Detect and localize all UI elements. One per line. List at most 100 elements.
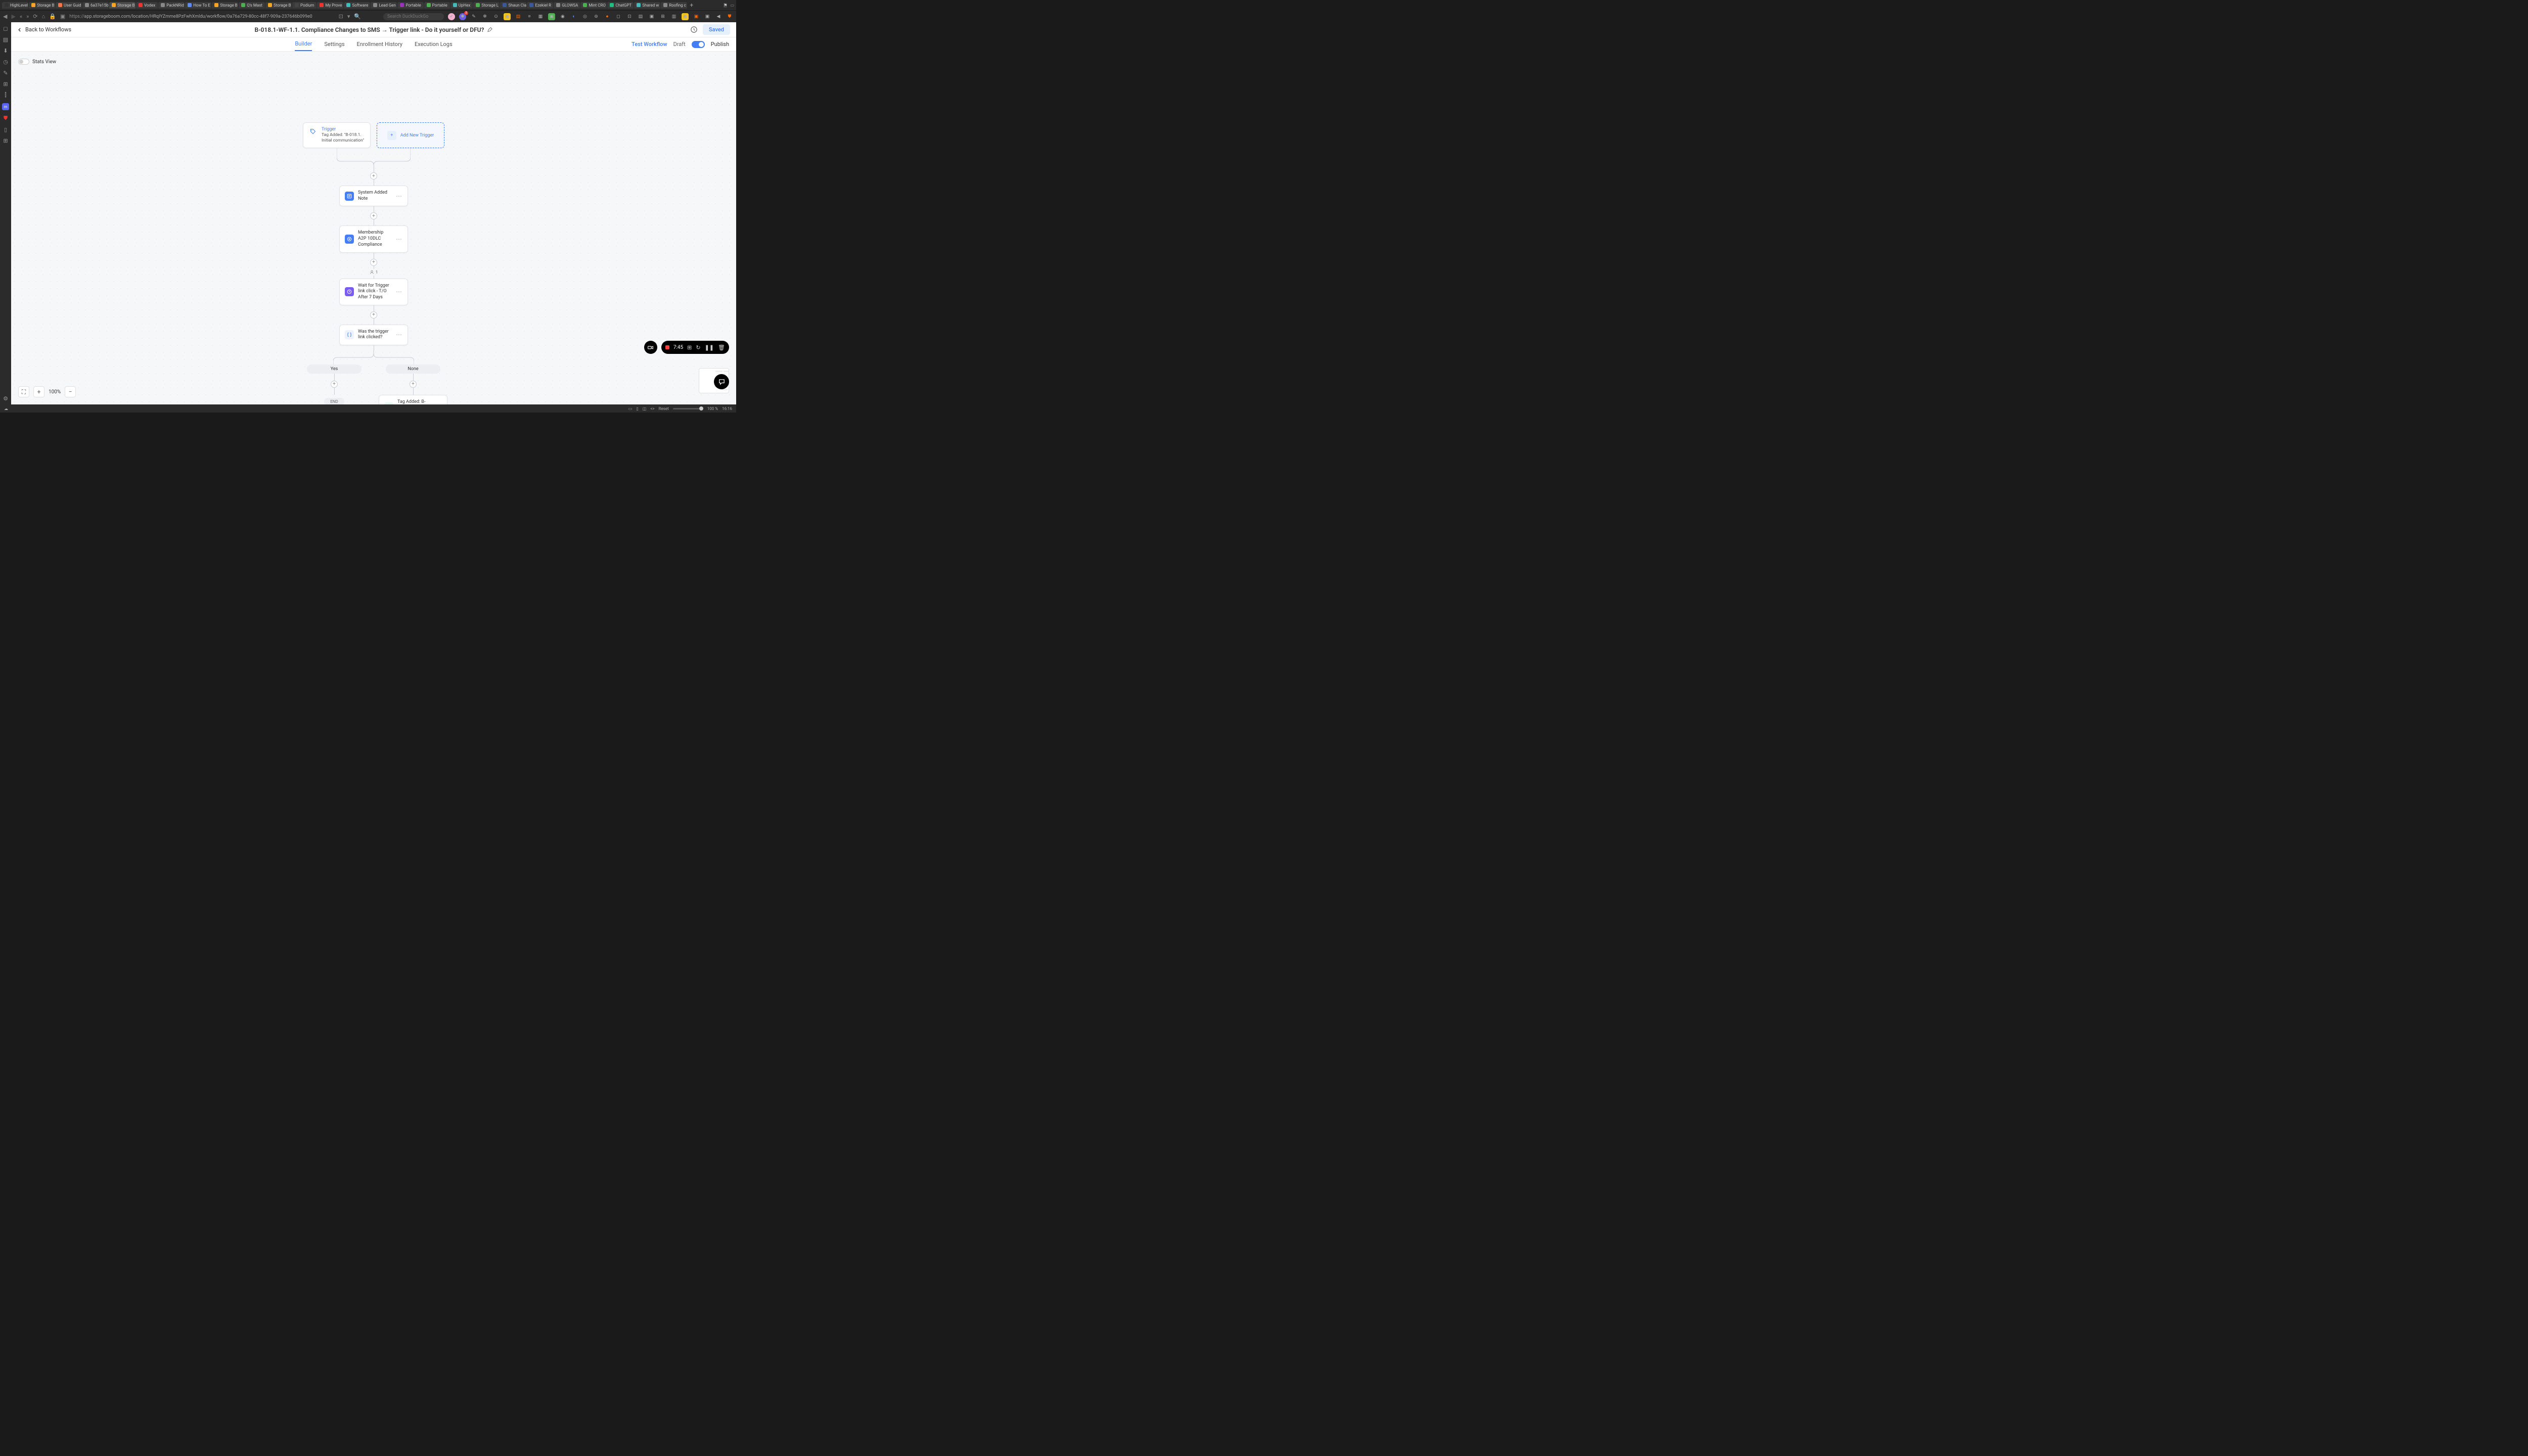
browser-tab[interactable]: ChatGPT: [607, 2, 634, 9]
translate-icon[interactable]: ⊡: [339, 13, 343, 20]
edit-icon[interactable]: [487, 27, 492, 32]
ext-13-icon[interactable]: ●: [604, 13, 611, 20]
browser-tab[interactable]: HighLevel: [2, 2, 28, 9]
add-step-button[interactable]: +: [331, 381, 338, 388]
browser-tab[interactable]: Q's Mast: [239, 2, 265, 9]
nav-more2-icon[interactable]: »: [26, 13, 29, 20]
sidebar-reader-icon[interactable]: ▤: [3, 36, 9, 42]
url-field[interactable]: https://app.storageboom.com/location/HRq…: [69, 14, 312, 19]
window-icon[interactable]: ▭: [730, 3, 734, 8]
os-split-icon[interactable]: ◫: [643, 406, 647, 411]
ext-shield-icon[interactable]: ⛊: [726, 13, 733, 20]
test-workflow-button[interactable]: Test Workflow: [631, 41, 667, 48]
ext-3-icon[interactable]: ⊙: [492, 13, 500, 20]
node-menu-icon[interactable]: ⋯: [396, 288, 402, 295]
browser-tab[interactable]: Storage B: [212, 2, 238, 9]
branch-none-label[interactable]: None: [386, 365, 440, 374]
ext-21-icon[interactable]: ▣: [693, 13, 700, 20]
ext-6-icon[interactable]: ≡: [526, 13, 533, 20]
branch-yes-label[interactable]: Yes: [307, 365, 362, 374]
ext-15-icon[interactable]: ⊡: [626, 13, 633, 20]
ext-8-icon[interactable]: ▣: [548, 13, 555, 20]
ext-19-icon[interactable]: ▥: [670, 13, 678, 20]
reload-icon[interactable]: ⟳: [33, 13, 37, 20]
browser-tab[interactable]: Mint CRO: [580, 2, 607, 9]
ext-9-icon[interactable]: ◉: [559, 13, 566, 20]
ext-22-icon[interactable]: ▣: [704, 13, 711, 20]
ext-loom-icon[interactable]: ✱3: [459, 13, 466, 20]
browser-tab[interactable]: PackNRid: [158, 2, 185, 9]
note-node[interactable]: System Added Note ⋯: [339, 186, 408, 206]
browser-tab[interactable]: Shared w: [634, 2, 660, 9]
sidebar-shield-icon[interactable]: ⛊: [3, 115, 9, 121]
nav-more-icon[interactable]: «: [20, 13, 22, 20]
ext-5-icon[interactable]: ▤: [515, 13, 522, 20]
browser-tab[interactable]: How To E: [185, 2, 211, 9]
ext-16-icon[interactable]: ▤: [637, 13, 644, 20]
node-menu-icon[interactable]: ⋯: [396, 193, 402, 200]
ext-11-icon[interactable]: ◎: [581, 13, 589, 20]
browser-tab[interactable]: Storage B: [265, 2, 292, 9]
sidebar-add-icon[interactable]: ⊞: [3, 138, 9, 144]
add-step-button[interactable]: +: [370, 172, 377, 179]
workflow-canvas[interactable]: Stats View ⛶ + 100% − Trigger Tag Added:…: [11, 52, 736, 404]
add-trigger-button[interactable]: + Add New Trigger: [377, 122, 444, 148]
browser-tab[interactable]: Portable: [397, 2, 423, 9]
ext-7-icon[interactable]: ▦: [537, 13, 544, 20]
browser-tab[interactable]: Software: [344, 2, 370, 9]
rec-restart-icon[interactable]: ↻: [696, 344, 700, 351]
camera-button[interactable]: [644, 341, 657, 354]
new-tab-button[interactable]: +: [690, 2, 693, 9]
sidebar-download-icon[interactable]: ⬇: [3, 48, 9, 54]
node-menu-icon[interactable]: ⋯: [396, 331, 402, 338]
ext-17-icon[interactable]: ▣: [648, 13, 655, 20]
tab-builder[interactable]: Builder: [295, 37, 312, 51]
browser-tab[interactable]: Ezekiel R: [527, 2, 553, 9]
sidebar-bookmark-icon[interactable]: ◻: [3, 25, 9, 31]
tag-added-node[interactable]: Tag Added: B-018.1. DFU Interest: stale …: [379, 395, 447, 404]
zoom-out-button[interactable]: −: [65, 386, 76, 397]
ext-12-icon[interactable]: ⊚: [593, 13, 600, 20]
ext-grammarly-icon[interactable]: ✔: [448, 13, 455, 20]
browser-tab[interactable]: Vodex: [136, 2, 158, 9]
sidebar-gear-icon[interactable]: ⚙: [3, 395, 9, 401]
sidebar-tree-icon[interactable]: ⊞: [3, 81, 9, 87]
add-step-button[interactable]: +: [370, 259, 377, 266]
ext-1-icon[interactable]: ✎: [470, 13, 477, 20]
node-menu-icon[interactable]: ⋯: [396, 236, 402, 243]
rec-pause-icon[interactable]: ❚❚: [705, 344, 714, 351]
sidebar-chart-icon[interactable]: ⫿: [3, 92, 9, 98]
browser-tab[interactable]: Podium: [292, 2, 317, 9]
os-layout-icon[interactable]: ▯: [636, 406, 638, 411]
browser-tab[interactable]: UpHex: [450, 2, 473, 9]
zoom-in-button[interactable]: +: [33, 386, 44, 397]
browser-tab[interactable]: 6a37e15b: [82, 2, 109, 9]
fullscreen-button[interactable]: ⛶: [18, 386, 29, 397]
back-to-workflows-link[interactable]: Back to Workflows: [17, 26, 71, 33]
tab-enrollment[interactable]: Enrollment History: [357, 38, 402, 51]
stats-switch[interactable]: [18, 59, 29, 65]
ext-icon[interactable]: ⚑: [724, 3, 727, 8]
chat-fab-button[interactable]: [714, 374, 729, 389]
browser-tab[interactable]: User Guid: [56, 2, 82, 9]
tab-settings[interactable]: Settings: [324, 38, 344, 51]
ext-10-icon[interactable]: ◐: [570, 13, 577, 20]
browser-tab[interactable]: Storage B: [109, 2, 136, 9]
browser-tab[interactable]: My Prove: [317, 2, 343, 9]
membership-node[interactable]: Membership A2P 10DLC Compliance ⋯: [339, 225, 408, 252]
browser-tab[interactable]: Storage L: [473, 2, 500, 9]
sidebar-history-icon[interactable]: ◷: [3, 59, 9, 65]
browser-tab[interactable]: Roofing c: [661, 2, 687, 9]
os-code-icon[interactable]: <>: [650, 406, 654, 411]
wait-node[interactable]: Wait for Trigger link click - T/O After …: [339, 279, 408, 305]
ext-20-icon[interactable]: ▣: [682, 13, 689, 20]
tab-execution[interactable]: Execution Logs: [415, 38, 453, 51]
home-icon[interactable]: ⌂: [41, 13, 45, 20]
trigger-node[interactable]: Trigger Tag Added: "B-018.1. Initial com…: [303, 122, 371, 148]
ext-18-icon[interactable]: ⊞: [659, 13, 666, 20]
ext-4-icon[interactable]: ▣: [504, 13, 511, 20]
add-step-button[interactable]: +: [410, 381, 417, 388]
add-step-button[interactable]: +: [370, 212, 377, 219]
nav-back-icon[interactable]: ◀: [3, 13, 7, 20]
zoom-slider[interactable]: [673, 408, 703, 410]
